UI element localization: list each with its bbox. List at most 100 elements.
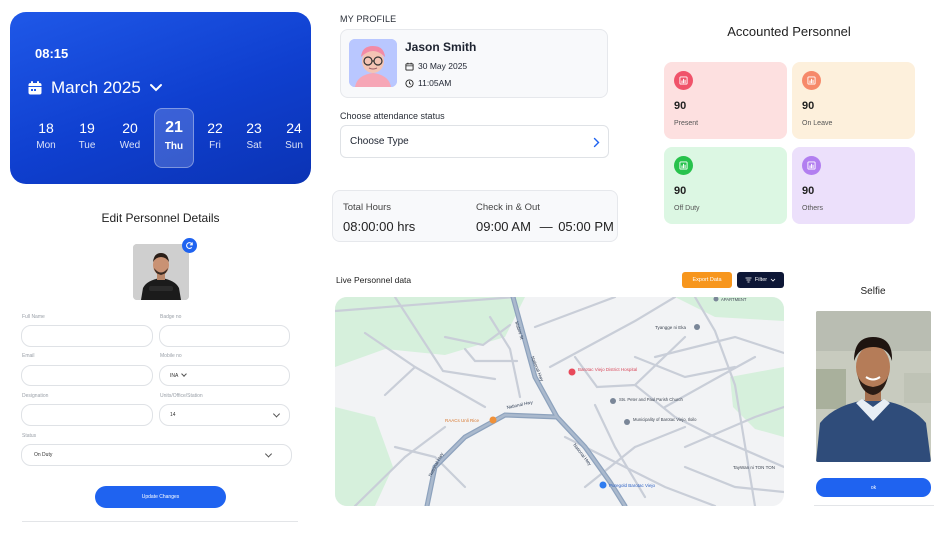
current-time: 08:15: [35, 46, 69, 61]
day-item[interactable]: 18 Mon: [26, 108, 66, 168]
update-changes-button[interactable]: Update Changes: [95, 486, 226, 508]
units-value: 14: [170, 412, 176, 418]
tyangge-marker[interactable]: [694, 324, 700, 330]
selfie-illustration: [816, 311, 931, 462]
profile-time-value: 11:05AM: [418, 78, 452, 88]
edit-personnel-title: Edit Personnel Details: [101, 211, 220, 225]
map-poi-label: APARTMENT: [721, 297, 747, 302]
stat-card-on-leave[interactable]: 90 On Leave: [792, 62, 915, 139]
selfie-title: Selfie: [860, 286, 886, 297]
check-out-value: 05:00 PM: [558, 219, 614, 234]
stat-count: 90: [802, 100, 815, 112]
day-weekday: Mon: [36, 140, 56, 151]
person-photo-illustration: [133, 244, 189, 300]
chart-icon: [674, 156, 693, 175]
day-number: 19: [79, 120, 95, 136]
day-number: 24: [286, 120, 302, 136]
export-data-button[interactable]: Export Data: [682, 272, 732, 288]
day-item[interactable]: 22 Fri: [195, 108, 235, 168]
stat-count: 90: [674, 185, 687, 197]
day-item[interactable]: 23 Sat: [234, 108, 274, 168]
country-code-select[interactable]: INA: [170, 373, 178, 379]
day-item-selected[interactable]: 21 Thu: [154, 108, 194, 168]
map-poi-text: Barotac Viejo District Hospital: [578, 367, 637, 372]
map-poi-label: Tyangge ni Eka: [655, 325, 687, 330]
change-photo-button[interactable]: [182, 238, 197, 253]
profile-date-value: 30 May 2025: [418, 61, 468, 71]
day-number: 22: [207, 120, 223, 136]
accounted-personnel-title: Accounted Personnel: [727, 24, 851, 39]
profile-date: 30 May 2025: [405, 61, 467, 71]
ok-button[interactable]: ok: [816, 478, 931, 497]
stat-count: 90: [802, 185, 815, 197]
day-weekday: Wed: [119, 140, 141, 151]
map-poi-label: Municipality of Barotac Viejo, Iloilo: [633, 417, 697, 422]
hospital-marker[interactable]: [568, 368, 576, 376]
email-input[interactable]: [21, 365, 153, 386]
raacs-marker[interactable]: [489, 416, 497, 424]
stat-label: Others: [802, 205, 824, 212]
divider: [814, 505, 934, 506]
puregold-marker[interactable]: [599, 481, 607, 489]
avatar: [349, 39, 397, 87]
total-hours-label: Total Hours: [343, 202, 392, 213]
calendar-icon: [28, 81, 42, 95]
mobile-label: Mobile no: [160, 353, 182, 359]
day-weekday: Sat: [246, 140, 262, 151]
badge-label: Badge no: [160, 314, 182, 320]
day-number: 23: [246, 120, 262, 136]
chevron-down-icon: [181, 371, 188, 377]
check-separator: —: [539, 219, 553, 234]
bar-chart-glyph: [807, 161, 816, 170]
units-select[interactable]: 14: [159, 404, 290, 426]
selfie-photo: [816, 311, 931, 462]
map-canvas[interactable]: Mabini St National Hwy National Hwy Nati…: [335, 297, 784, 506]
month-selector[interactable]: March 2025: [27, 78, 163, 98]
stat-label: On Leave: [802, 120, 833, 127]
day-item[interactable]: 24 Sun: [274, 108, 314, 168]
map-poi-label: Sts. Peter and Paul Parish Church: [619, 397, 683, 402]
filter-button[interactable]: Filter: [737, 272, 784, 288]
attendance-type-select[interactable]: Choose Type: [340, 125, 609, 158]
bar-chart-glyph: [679, 76, 688, 85]
status-select[interactable]: On Duty: [21, 444, 292, 466]
chart-icon: [802, 71, 821, 90]
live-personnel-label: Live Personnel data: [336, 275, 412, 285]
chart-icon: [802, 156, 821, 175]
clock-icon: [405, 78, 414, 88]
stat-card-present[interactable]: 90 Present: [664, 62, 787, 139]
day-number: 20: [122, 120, 138, 136]
status-label: Status: [22, 433, 37, 439]
filter-label: Filter: [754, 277, 768, 283]
municipality-marker[interactable]: [624, 419, 630, 425]
mobile-input[interactable]: INA: [159, 365, 290, 386]
chevron-down-icon: [264, 450, 273, 458]
work-hours-card: Total Hours 08:00:00 hrs Check in & Out …: [332, 190, 618, 242]
chevron-right-icon: [593, 137, 600, 148]
chevron-down-icon: [272, 410, 281, 418]
designation-input[interactable]: [21, 404, 153, 426]
stat-count: 90: [674, 100, 687, 112]
stat-card-off-duty[interactable]: 90 Off Duty: [664, 147, 787, 224]
full-name-input[interactable]: [21, 325, 153, 347]
stat-card-others[interactable]: 90 Others: [792, 147, 915, 224]
day-number: 21: [165, 119, 183, 136]
calendar-card: 08:15 March 2025 18 Mon 19 Tue 20 Wed 21 Thu…: [10, 12, 311, 184]
day-item[interactable]: 19 Tue: [67, 108, 107, 168]
profile-card: Jason Smith 30 May 2025 11:05AM: [340, 29, 608, 98]
stat-label: Present: [674, 120, 699, 127]
map-poi-label: Puregold Barotac Viejo: [609, 483, 655, 488]
total-hours-value: 08:00:00 hrs: [343, 219, 416, 234]
week-strip: 18 Mon 19 Tue 20 Wed 21 Thu 22 Fri 23 Sat 24 Su…: [22, 108, 304, 180]
church-marker[interactable]: [610, 398, 616, 404]
full-name-label: Full Name: [22, 314, 45, 320]
check-in-out-label: Check in & Out: [476, 202, 540, 213]
day-item[interactable]: 20 Wed: [110, 108, 150, 168]
bar-chart-glyph: [807, 76, 816, 85]
status-value: On Duty: [34, 452, 53, 458]
month-label: March 2025: [51, 78, 141, 97]
live-map[interactable]: Mabini St National Hwy National Hwy Nati…: [335, 297, 784, 506]
badge-input[interactable]: [159, 325, 290, 347]
attendance-type-value: Choose Type: [350, 136, 409, 147]
personnel-photo: [133, 244, 189, 300]
